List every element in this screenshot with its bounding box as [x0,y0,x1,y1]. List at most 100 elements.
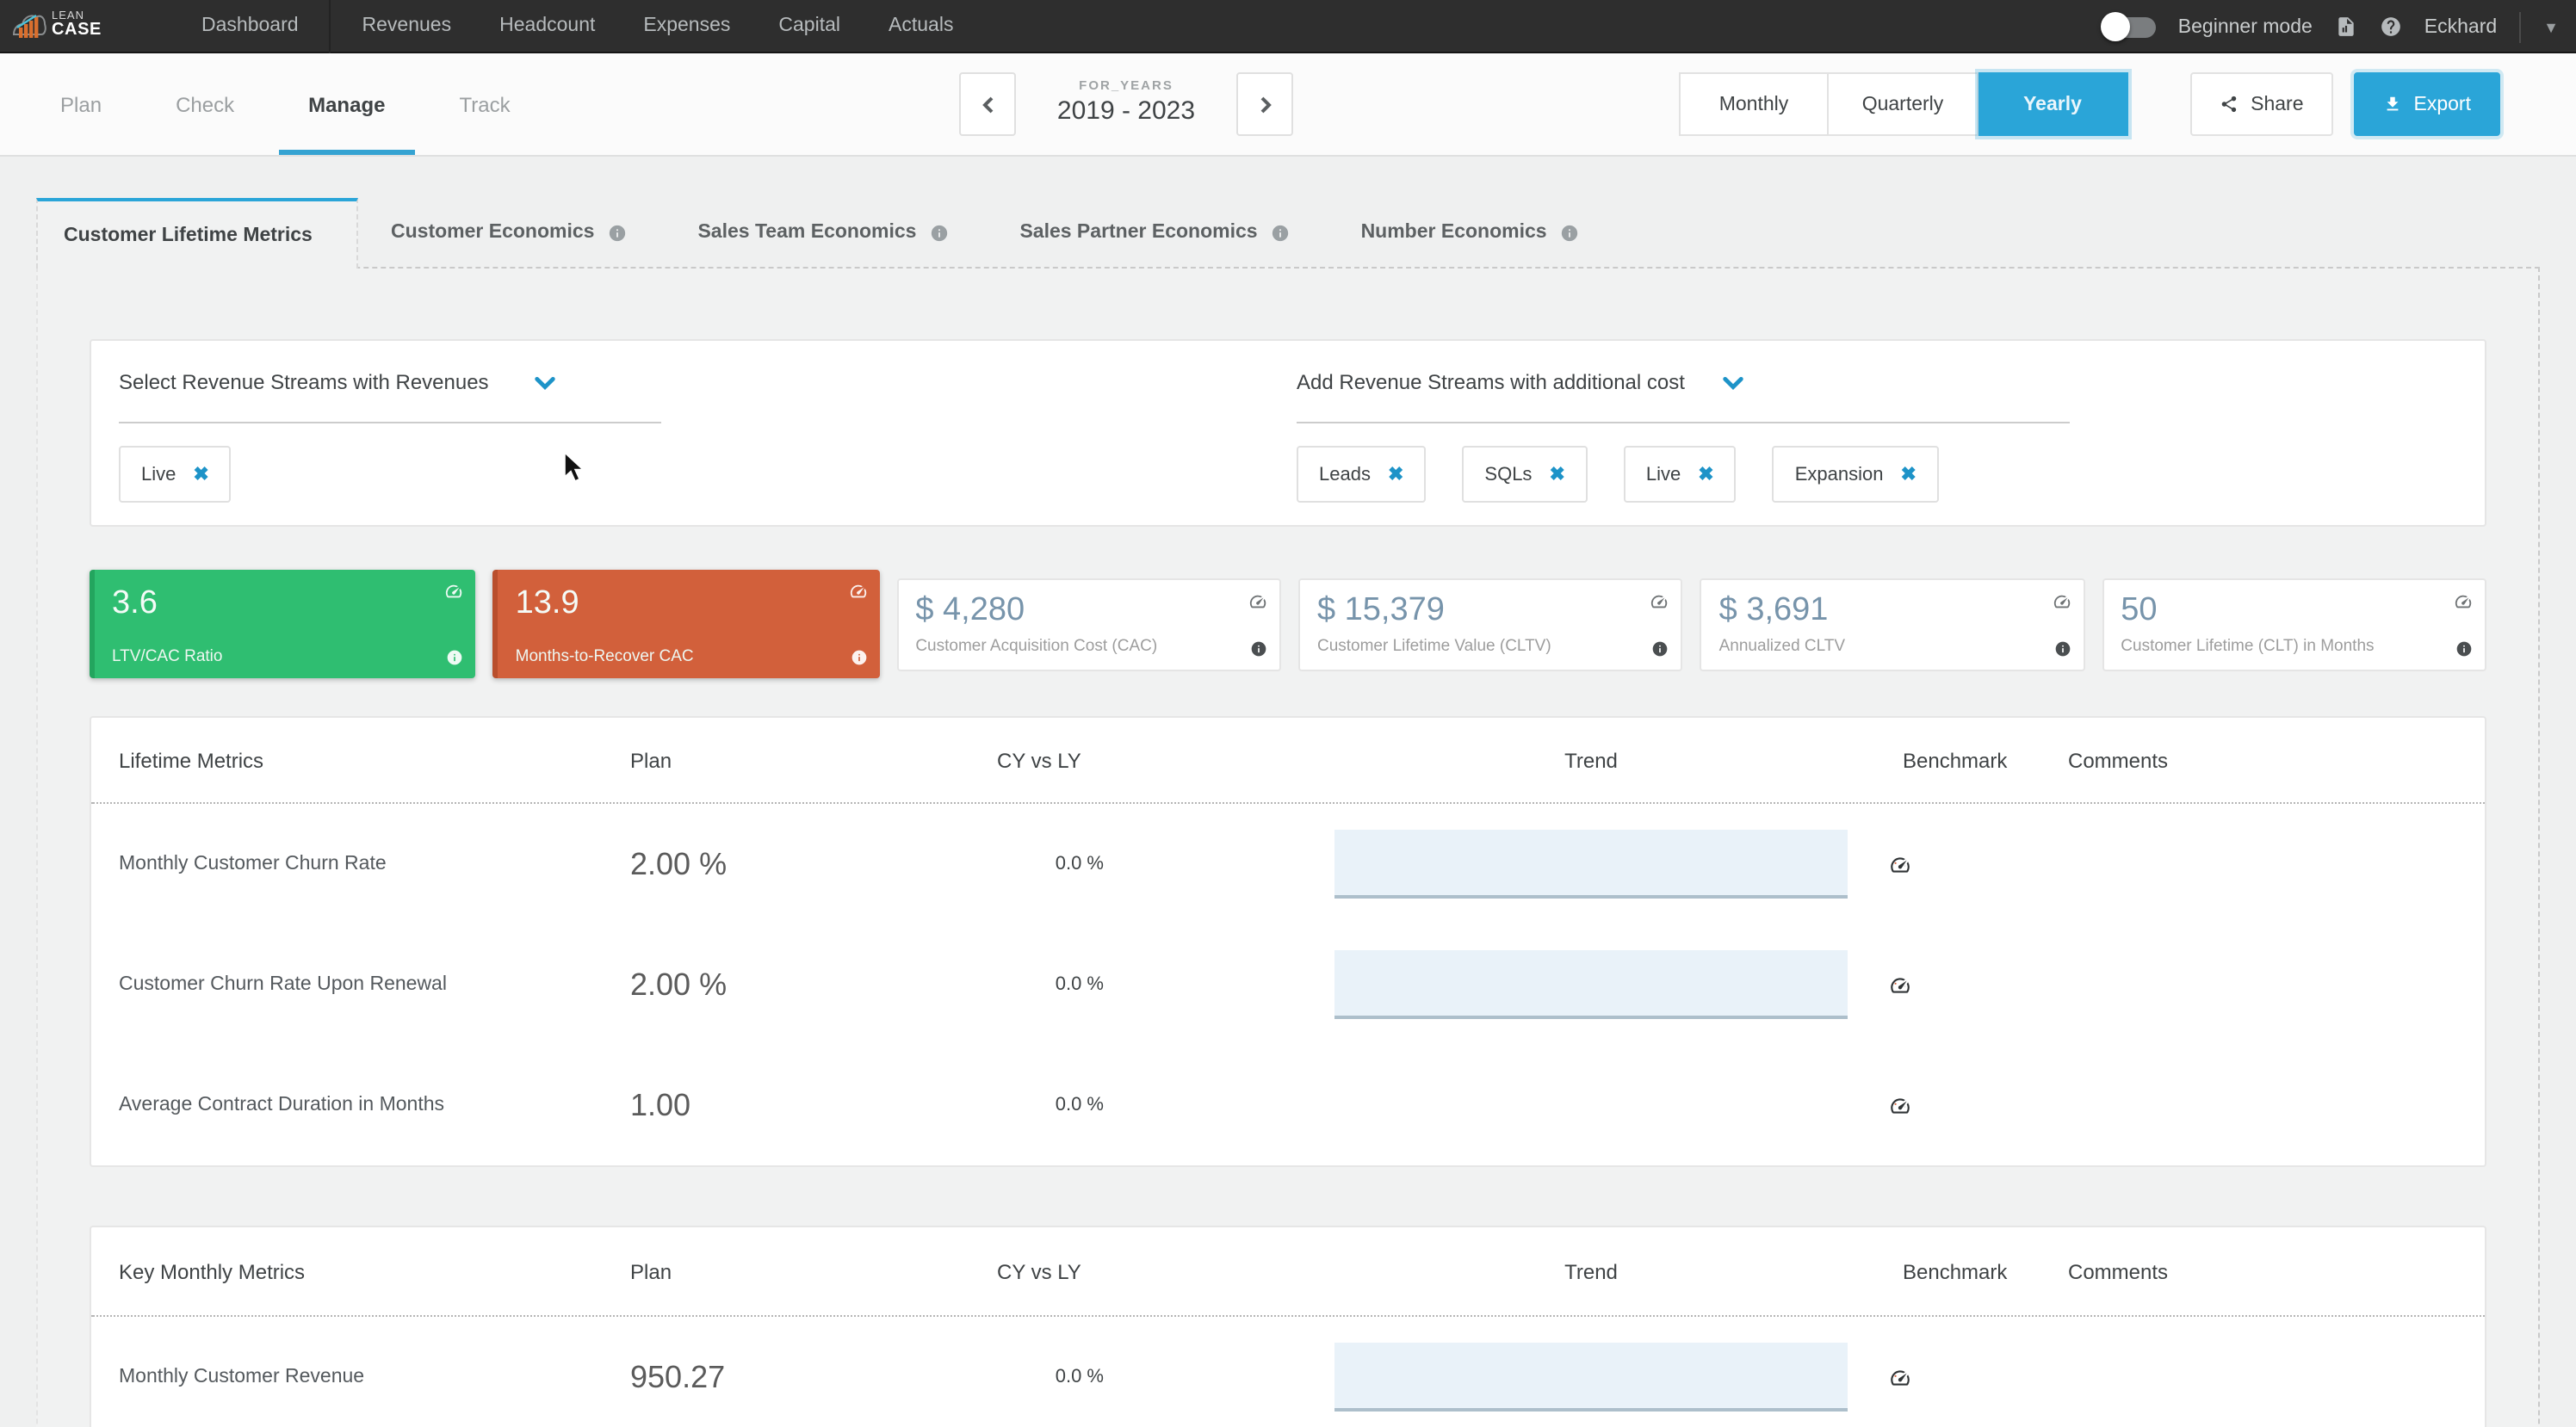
kpi-card-cltv[interactable]: $ 15,379 Customer Lifetime Value (CLTV) [1298,578,1683,670]
tab-sales-partner-economics[interactable]: Sales Partner Economics [1019,198,1290,267]
nav-item-dashboard[interactable]: Dashboard [201,15,299,36]
remove-chip-icon[interactable]: ✖ [1900,463,1916,485]
period-quarterly-button[interactable]: Quarterly [1829,72,1978,136]
chip-live[interactable]: Live ✖ [119,446,232,503]
benchmark-cell[interactable] [1889,853,2061,875]
info-icon[interactable] [1652,639,1669,657]
year-range-value: 2019 - 2023 [1033,96,1219,126]
kpi-card-ltv-cac-ratio[interactable]: 3.6 LTV/CAC Ratio [90,570,476,678]
info-icon[interactable] [447,649,464,666]
previous-years-button[interactable] [959,72,1016,136]
kpi-card-months-to-recover-cac[interactable]: 13.9 Months-to-Recover CAC [493,570,880,678]
nav-item-revenues[interactable]: Revenues [362,15,452,36]
column-comments: Comments [2061,1259,2457,1283]
beginner-mode-toggle[interactable] [2104,16,2156,37]
tab-check[interactable]: Check [167,53,243,155]
top-navbar: LEAN CASE Dashboard Revenues Headcount E… [0,0,2576,53]
remove-chip-icon[interactable]: ✖ [1549,463,1564,485]
export-label: Export [2414,94,2472,114]
kpi-card-cac[interactable]: $ 4,280 Customer Acquisition Cost (CAC) [896,578,1281,670]
chip-expansion[interactable]: Expansion ✖ [1773,446,1939,503]
export-button[interactable]: Export [2354,72,2501,136]
nav-item-headcount[interactable]: Headcount [499,15,595,36]
benchmark-gauge-icon [1889,1094,1911,1116]
lifetime-metrics-table: Lifetime Metrics Plan CY vs LY Trend Ben… [90,716,2486,1167]
chip-live[interactable]: Live ✖ [1624,446,1737,503]
trend-sparkline[interactable] [1334,830,1848,899]
tab-number-economics[interactable]: Number Economics [1361,198,1580,267]
period-yearly-button[interactable]: Yearly [1978,72,2128,136]
nav-item-expenses[interactable]: Expenses [643,15,730,36]
mouse-cursor [563,451,585,484]
plan-value[interactable]: 2.00 % [630,967,997,1003]
key-monthly-metrics-table: Key Monthly Metrics Plan CY vs LY Trend … [90,1226,2486,1427]
tab-sales-team-economics[interactable]: Sales Team Economics [697,198,949,267]
chip-sqls[interactable]: SQLs ✖ [1462,446,1587,503]
cy-vs-ly-value: 0.0 % [997,854,1104,874]
column-trend: Trend [1334,748,1848,772]
add-revenue-streams-dropdown[interactable]: Add Revenue Streams with additional cost [1297,370,1745,394]
table-row: Customer Churn Rate Upon Renewal 2.00 % … [91,924,2485,1045]
benchmark-gauge-icon [2052,591,2071,610]
metric-tabstrip: Customer Lifetime Metrics Customer Econo… [36,198,2540,267]
info-icon[interactable] [2455,639,2473,657]
benchmark-gauge-icon [1650,591,1669,610]
share-button[interactable]: Share [2190,72,2332,136]
beginner-mode-label: Beginner mode [2178,16,2313,37]
kpi-card-annualized-cltv[interactable]: $ 3,691 Annualized CLTV [1700,578,2085,670]
nav-item-capital[interactable]: Capital [778,15,840,36]
remove-chip-icon[interactable]: ✖ [193,463,208,485]
select-revenue-streams-dropdown[interactable]: Select Revenue Streams with Revenues [119,370,556,394]
plan-value[interactable]: 2.00 % [630,846,997,882]
app-logo[interactable]: LEAN CASE [12,11,150,40]
info-icon[interactable] [1250,639,1267,657]
benchmark-gauge-icon [2454,591,2473,610]
period-monthly-button[interactable]: Monthly [1679,72,1829,136]
remove-chip-icon[interactable]: ✖ [1698,463,1713,485]
next-years-button[interactable] [1236,72,1293,136]
nav-divider [2519,11,2521,42]
user-name[interactable]: Eckhard [2424,16,2497,37]
help-icon[interactable] [2380,15,2402,38]
kpi-card-clt-months[interactable]: 50 Customer Lifetime (CLT) in Months [2102,578,2486,670]
column-trend: Trend [1334,1259,1848,1283]
tab-track[interactable]: Track [450,53,518,155]
nav-item-actuals[interactable]: Actuals [889,15,953,36]
column-plan: Plan [630,748,997,772]
table-title: Key Monthly Metrics [119,1259,630,1283]
plan-value[interactable]: 950.27 [630,1359,997,1395]
benchmark-cell[interactable] [1889,973,2061,996]
app-screen: LEAN CASE Dashboard Revenues Headcount E… [0,0,2576,1427]
share-icon [2220,95,2239,114]
info-icon[interactable] [850,649,867,666]
column-cy-vs-ly: CY vs LY [997,748,1104,772]
plan-value[interactable]: 1.00 [630,1087,997,1123]
trend-sparkline[interactable] [1334,1343,1848,1412]
chip-leads[interactable]: Leads ✖ [1297,446,1426,503]
benchmark-cell[interactable] [1889,1094,2061,1116]
info-icon[interactable] [2053,639,2071,657]
benchmark-gauge-icon [445,582,464,601]
table-header: Lifetime Metrics Plan CY vs LY Trend Ben… [91,718,2485,804]
tab-plan[interactable]: Plan [52,53,110,155]
tab-customer-economics[interactable]: Customer Economics [391,198,627,267]
share-label: Share [2251,94,2303,114]
logo-line2: CASE [52,23,102,40]
table-row: Monthly Customer Churn Rate 2.00 % 0.0 % [91,804,2485,924]
report-file-icon[interactable] [2335,15,2357,38]
tab-manage[interactable]: Manage [300,53,393,155]
benchmark-gauge-icon [848,582,867,601]
benchmark-gauge-icon [1889,1366,1911,1388]
tab-customer-lifetime-metrics[interactable]: Customer Lifetime Metrics [36,198,358,269]
chevron-down-icon [1723,371,1745,393]
table-row: Monthly Customer Revenue 950.27 0.0 % [91,1317,2485,1427]
user-menu-caret-icon[interactable]: ▼ [2543,18,2559,35]
download-icon [2383,95,2402,114]
column-plan: Plan [630,1259,997,1283]
benchmark-cell[interactable] [1889,1366,2061,1388]
trend-sparkline[interactable] [1334,950,1848,1019]
remove-chip-icon[interactable]: ✖ [1388,463,1403,485]
info-icon [608,223,627,242]
cy-vs-ly-value: 0.0 % [997,1095,1104,1115]
chevron-down-icon [534,371,556,393]
